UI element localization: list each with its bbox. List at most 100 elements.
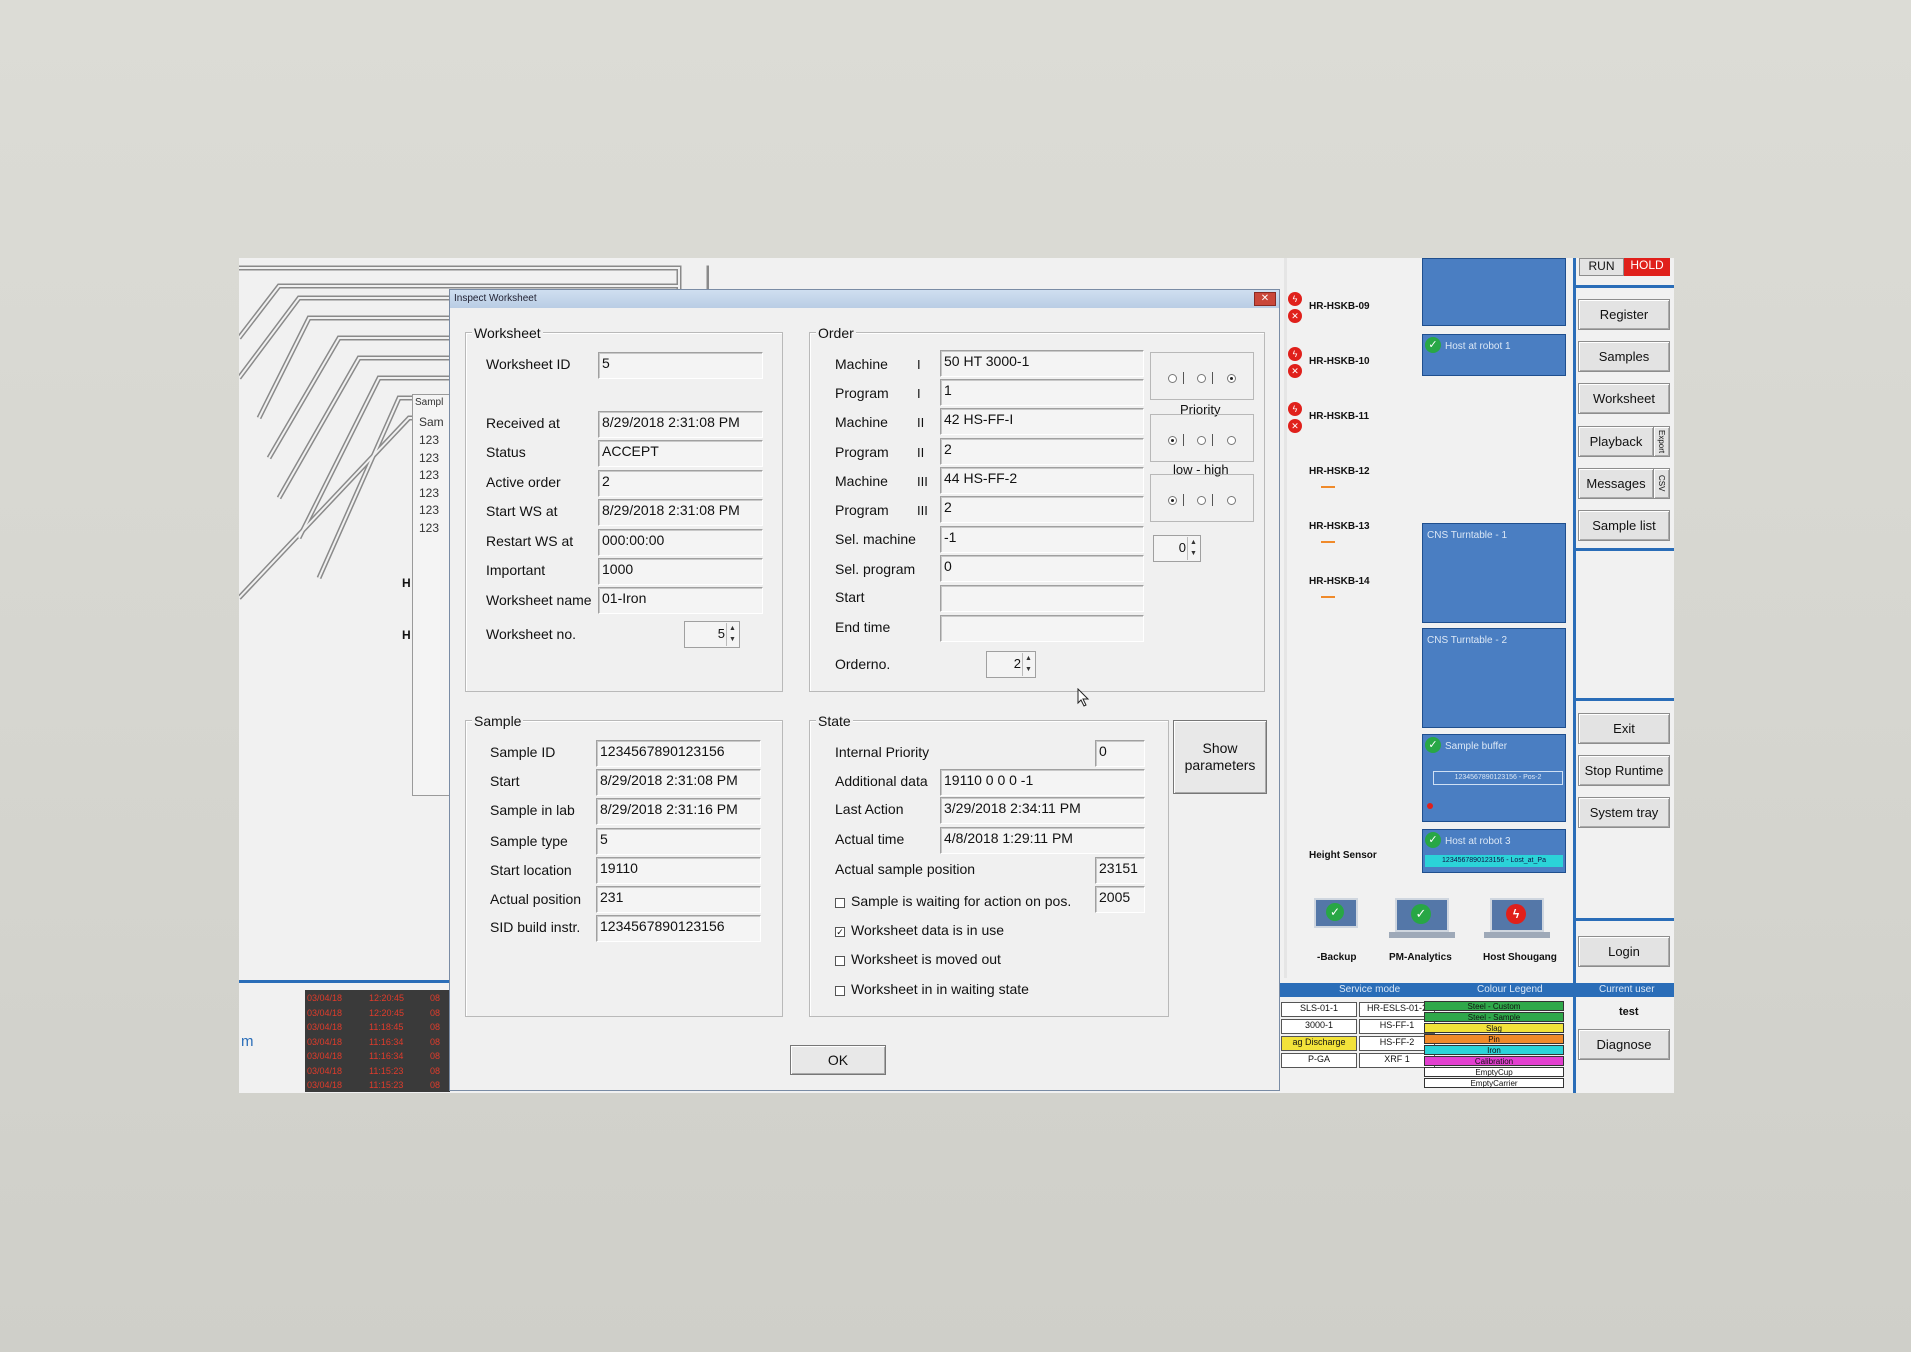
worksheet-name-field[interactable]: 01-Iron bbox=[598, 587, 763, 614]
sel-program-field[interactable]: 0 bbox=[940, 555, 1144, 582]
actual-sample-position-field[interactable]: 23151 bbox=[1095, 857, 1145, 884]
sel-machine-field[interactable]: -1 bbox=[940, 526, 1144, 553]
error-icon[interactable]: ✕ bbox=[1288, 309, 1302, 323]
orderno-stepper[interactable]: 2 ▲ ▼ bbox=[986, 651, 1036, 678]
waiting-checkbox[interactable] bbox=[835, 898, 845, 908]
waiting-position-field[interactable]: 2005 bbox=[1095, 886, 1145, 913]
stop-runtime-button[interactable]: Stop Runtime bbox=[1578, 755, 1670, 786]
spin-arrows-icon[interactable]: ▲ ▼ bbox=[1022, 653, 1034, 676]
ok-button[interactable]: OK bbox=[790, 1045, 886, 1075]
run-button[interactable]: RUN bbox=[1579, 258, 1624, 276]
internal-priority-field[interactable]: 0 bbox=[1095, 740, 1145, 767]
spin-arrows-icon[interactable]: ▲ ▼ bbox=[1187, 537, 1199, 560]
fault-icon[interactable]: ϟ bbox=[1288, 402, 1302, 416]
fault-icon[interactable]: ϟ bbox=[1288, 347, 1302, 361]
sample-type-field[interactable]: 5 bbox=[596, 828, 761, 855]
sid-build-instr-field[interactable]: 1234567890123156 bbox=[596, 915, 761, 942]
program-3-field[interactable]: 2 bbox=[940, 496, 1144, 523]
priority-radio[interactable] bbox=[1197, 374, 1206, 383]
log-cell: 08 bbox=[430, 1007, 441, 1018]
login-button[interactable]: Login bbox=[1578, 936, 1670, 967]
close-icon[interactable]: ✕ bbox=[1254, 292, 1276, 306]
priority-radio[interactable] bbox=[1227, 436, 1236, 445]
important-field[interactable]: 1000 bbox=[598, 558, 763, 585]
waiting-state-checkbox[interactable] bbox=[835, 986, 845, 996]
right-panel-sep bbox=[1575, 698, 1674, 701]
diagnose-button[interactable]: Diagnose bbox=[1578, 1029, 1670, 1060]
sample-row[interactable]: 123 bbox=[419, 451, 439, 465]
messages-button[interactable]: Messages bbox=[1578, 468, 1654, 499]
error-icon[interactable]: ✕ bbox=[1288, 419, 1302, 433]
log-cell: 08 bbox=[430, 1022, 441, 1032]
log-row[interactable]: 03/04/18 11:16:34 08 bbox=[305, 1050, 450, 1063]
machine-1-field[interactable]: 50 HT 3000-1 bbox=[940, 350, 1144, 377]
actual-position-field[interactable]: 231 bbox=[596, 886, 761, 913]
computer-icon[interactable]: ϟ bbox=[1484, 898, 1550, 940]
computer-icon[interactable]: ✓ bbox=[1314, 898, 1358, 936]
machine-3-field[interactable]: 44 HS-FF-2 bbox=[940, 467, 1144, 494]
error-icon[interactable]: ✕ bbox=[1288, 364, 1302, 378]
spin-arrows-icon[interactable]: ▲ ▼ bbox=[726, 623, 738, 646]
log-row[interactable]: 03/04/18 11:15:23 08 bbox=[305, 1065, 450, 1078]
sample-row[interactable]: 123 bbox=[419, 468, 439, 482]
additional-data-field[interactable]: 19110 0 0 0 -1 bbox=[940, 769, 1145, 796]
right-panel-sep bbox=[1575, 285, 1674, 288]
start-ws-at-field[interactable]: 8/29/2018 2:31:08 PM bbox=[598, 499, 763, 526]
service-mode-cell: P-GA bbox=[1281, 1053, 1357, 1068]
log-row[interactable]: 03/04/18 11:15:23 08 bbox=[305, 1079, 450, 1092]
roman-numeral: I bbox=[917, 357, 921, 372]
samples-button[interactable]: Samples bbox=[1578, 341, 1670, 372]
machine-2-field[interactable]: 42 HS-FF-I bbox=[940, 408, 1144, 435]
register-button[interactable]: Register bbox=[1578, 299, 1670, 330]
sample-column-header: Sam bbox=[419, 415, 444, 429]
show-parameters-button[interactable]: Show parameters bbox=[1173, 720, 1267, 794]
start-field[interactable] bbox=[940, 585, 1144, 612]
sample-row[interactable]: 123 bbox=[419, 486, 439, 500]
sample-row[interactable]: 123 bbox=[419, 433, 439, 447]
priority-radio[interactable] bbox=[1197, 496, 1206, 505]
status-field[interactable]: ACCEPT bbox=[598, 440, 763, 467]
sample-row[interactable]: 123 bbox=[419, 521, 439, 535]
log-row[interactable]: 03/04/18 12:20:45 08 bbox=[305, 1007, 450, 1020]
restart-ws-at-field[interactable]: 000:00:00 bbox=[598, 529, 763, 556]
active-order-field[interactable]: 2 bbox=[598, 470, 763, 497]
program-2-field[interactable]: 2 bbox=[940, 438, 1144, 465]
priority-radio[interactable] bbox=[1197, 436, 1206, 445]
priority-stepper[interactable]: 0 ▲ ▼ bbox=[1153, 535, 1201, 562]
sample-id-field[interactable]: 1234567890123156 bbox=[596, 740, 761, 767]
priority-radio[interactable] bbox=[1168, 436, 1177, 445]
buffer-id: 1234567890123156 - Pos-2 bbox=[1433, 771, 1563, 785]
priority-radio[interactable] bbox=[1168, 374, 1177, 383]
worksheet-id-field[interactable]: 5 bbox=[598, 352, 763, 379]
sample-start-field[interactable]: 8/29/2018 2:31:08 PM bbox=[596, 769, 761, 796]
last-action-field[interactable]: 3/29/2018 2:34:11 PM bbox=[940, 797, 1145, 824]
export-button[interactable]: Export bbox=[1653, 426, 1670, 457]
playback-button[interactable]: Playback bbox=[1578, 426, 1654, 457]
worksheet-button[interactable]: Worksheet bbox=[1578, 383, 1670, 414]
sample-row[interactable]: 123 bbox=[419, 503, 439, 517]
priority-radio[interactable] bbox=[1168, 496, 1177, 505]
received-at-field[interactable]: 8/29/2018 2:31:08 PM bbox=[598, 411, 763, 438]
program-1-field[interactable]: 1 bbox=[940, 379, 1144, 406]
end-time-field[interactable] bbox=[940, 615, 1144, 642]
log-row[interactable]: 03/04/18 11:18:45 08 bbox=[305, 1021, 450, 1034]
system-tray-button[interactable]: System tray bbox=[1578, 797, 1670, 828]
moved-out-checkbox[interactable] bbox=[835, 956, 845, 966]
sample-list-button[interactable]: Sample list bbox=[1578, 510, 1670, 541]
exit-button[interactable]: Exit bbox=[1578, 713, 1670, 744]
sample-id-label: Sample ID bbox=[490, 744, 556, 760]
priority-radio[interactable] bbox=[1227, 374, 1236, 383]
fault-icon[interactable]: ϟ bbox=[1288, 292, 1302, 306]
actual-time-field[interactable]: 4/8/2018 1:29:11 PM bbox=[940, 827, 1145, 854]
computer-icon[interactable]: ✓ bbox=[1389, 898, 1455, 940]
hold-button[interactable]: HOLD bbox=[1624, 258, 1670, 276]
log-row[interactable]: 03/04/18 11:16:34 08 bbox=[305, 1036, 450, 1049]
station-label: HR-HSKB-10 bbox=[1309, 356, 1370, 367]
log-row[interactable]: 03/04/18 12:20:45 08 bbox=[305, 992, 450, 1005]
priority-radio[interactable] bbox=[1227, 496, 1236, 505]
start-location-field[interactable]: 19110 bbox=[596, 857, 761, 884]
in-use-checkbox[interactable]: ✓ bbox=[835, 927, 845, 937]
worksheet-no-stepper[interactable]: 5 ▲ ▼ bbox=[684, 621, 740, 648]
sample-in-lab-field[interactable]: 8/29/2018 2:31:16 PM bbox=[596, 798, 761, 825]
csv-button[interactable]: CSV bbox=[1653, 468, 1670, 499]
